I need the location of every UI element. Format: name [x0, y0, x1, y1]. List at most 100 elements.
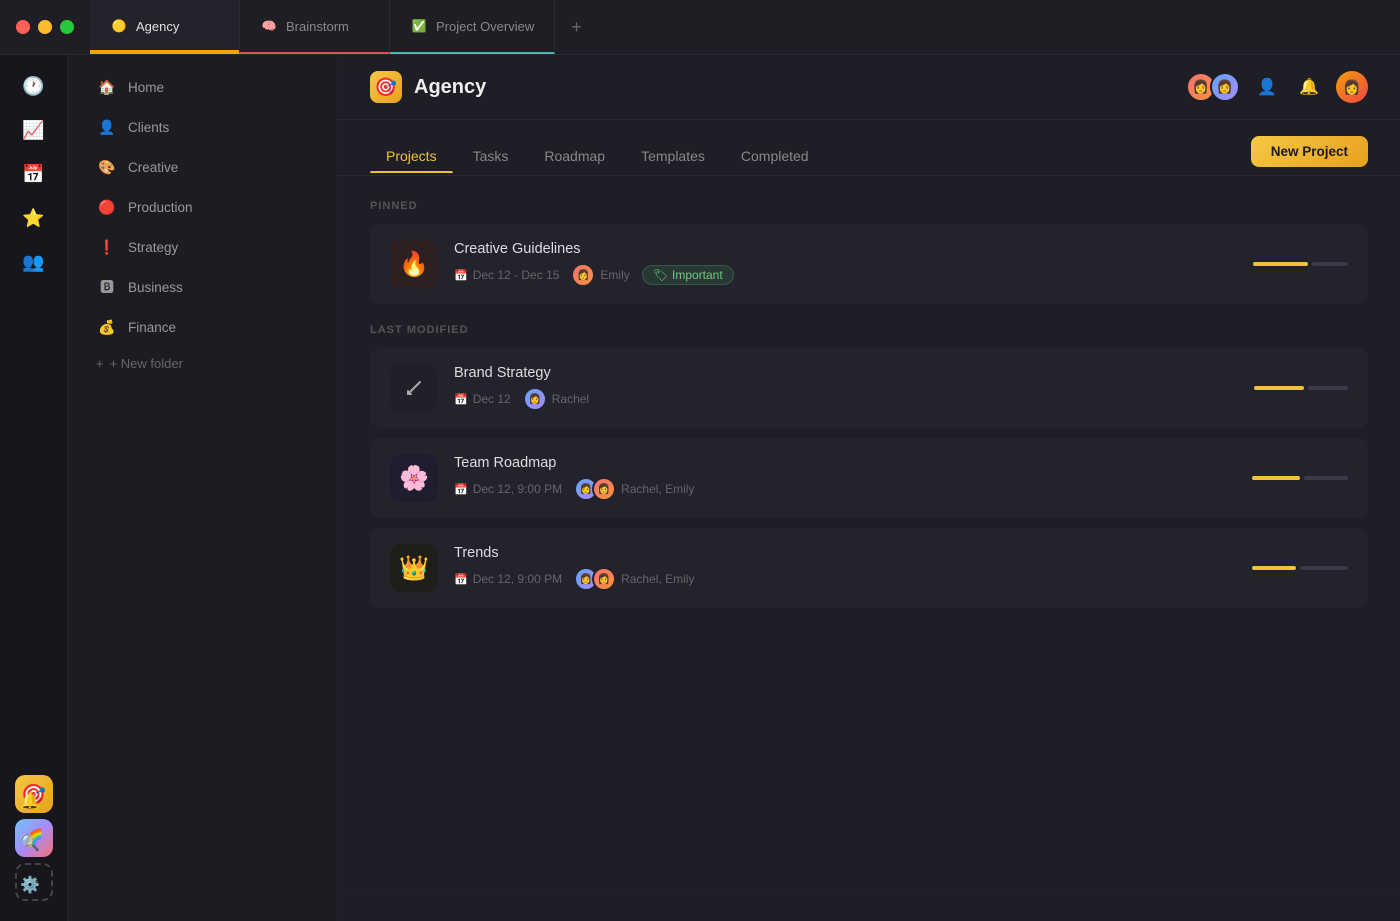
progress-empty-tr: [1304, 476, 1348, 480]
sidebar-item-production[interactable]: 🔴 Production: [76, 188, 329, 226]
project-thumb-brand-strategy: [390, 364, 438, 412]
progress-bar-team-roadmap: [1252, 476, 1348, 480]
tab-brainstorm-icon: 🧠: [260, 17, 278, 35]
tab-agency[interactable]: 🟡 Agency: [90, 0, 240, 54]
maximize-button[interactable]: [60, 20, 74, 34]
sidebar-item-strategy-label: Strategy: [128, 240, 178, 255]
star-icon: ⭐: [22, 208, 44, 229]
tab-templates-label: Templates: [641, 148, 705, 164]
icon-bar-star[interactable]: ⭐: [15, 199, 53, 237]
project-meta-brand-strategy: 📅 Dec 12 👩 Rachel: [454, 387, 1238, 411]
main-layout: 🕐 📈 📅 ⭐ 👥 🎯 🌈 + 🏠 Home 👤 Clients: [0, 55, 1400, 921]
new-folder-button[interactable]: + + New folder: [76, 348, 329, 379]
sidebar-item-creative[interactable]: 🎨 Creative: [76, 148, 329, 186]
notifications-button[interactable]: 🔔: [1294, 72, 1324, 102]
project-name-creative-guidelines: Creative Guidelines: [454, 241, 1237, 257]
icon-bar-calendar[interactable]: 📅: [15, 155, 53, 193]
projects-area: PINNED 🔥 Creative Guidelines 📅 Dec 12 - …: [338, 176, 1400, 888]
minimize-button[interactable]: [38, 20, 52, 34]
project-thumb-trends: 👑: [390, 544, 438, 592]
finance-icon: 💰: [96, 316, 118, 338]
current-user-avatar[interactable]: 👩: [1336, 71, 1368, 103]
progress-filled-bs: [1254, 386, 1304, 390]
clock-icon: 🕐: [22, 76, 44, 97]
date-text-brand-strategy: Dec 12: [473, 392, 511, 406]
calendar-meta-icon-t: 📅: [454, 573, 468, 586]
project-team-roadmap[interactable]: 🌸 Team Roadmap 📅 Dec 12, 9:00 PM 👩 👩: [370, 438, 1368, 518]
new-project-button[interactable]: New Project: [1251, 136, 1368, 167]
assignee-avatar-rachel-bs: 👩: [523, 387, 547, 411]
calendar-meta-icon-bs: 📅: [454, 393, 468, 406]
icon-bar-activity[interactable]: 📈: [15, 111, 53, 149]
progress-bar-brand-strategy: [1254, 386, 1348, 390]
header-avatar-group: 👩 👩: [1186, 72, 1240, 102]
sidebar-item-strategy[interactable]: ❗ Strategy: [76, 228, 329, 266]
sidebar-item-clients[interactable]: 👤 Clients: [76, 108, 329, 146]
sidebar: 🏠 Home 👤 Clients 🎨 Creative 🔴 Production…: [68, 55, 338, 921]
notifications-bottom-button[interactable]: 🔔: [14, 785, 46, 817]
nav-tabs: Projects Tasks Roadmap Templates Complet…: [338, 120, 1400, 176]
content-header: 🎯 Agency 👩 👩 👤 🔔 👩: [338, 55, 1400, 120]
progress-filled: [1253, 262, 1308, 266]
project-creative-guidelines[interactable]: 🔥 Creative Guidelines 📅 Dec 12 - Dec 15 …: [370, 224, 1368, 304]
pinned-section-label: PINNED: [370, 200, 1368, 212]
tab-bar: 🟡 Agency 🧠 Brainstorm ✅ Project Overview…: [90, 0, 1400, 54]
tab-brainstorm[interactable]: 🧠 Brainstorm: [240, 0, 390, 54]
search-bottom-button[interactable]: 🔍: [14, 827, 46, 859]
progress-empty-t: [1300, 566, 1348, 570]
header-actions: 👩 👩 👤 🔔 👩: [1186, 71, 1368, 103]
progress-filled-tr: [1252, 476, 1300, 480]
icon-bar-team[interactable]: 👥: [15, 243, 53, 281]
date-text-trends: Dec 12, 9:00 PM: [473, 572, 562, 586]
progress-empty: [1312, 262, 1348, 266]
bottom-sidebar-icons: [338, 888, 1400, 921]
tab-project-overview[interactable]: ✅ Project Overview: [390, 0, 555, 54]
tag-important: 🏷 Important: [642, 265, 734, 285]
share-button[interactable]: 👤: [1252, 72, 1282, 102]
project-trends[interactable]: 👑 Trends 📅 Dec 12, 9:00 PM 👩 👩: [370, 528, 1368, 608]
calendar-meta-icon-tr: 📅: [454, 483, 468, 496]
progress-bar-trends: [1252, 566, 1348, 570]
project-info-creative-guidelines: Creative Guidelines 📅 Dec 12 - Dec 15 👩 …: [454, 241, 1237, 287]
share-icon: 👤: [1257, 77, 1277, 97]
tab-templates[interactable]: Templates: [625, 140, 721, 172]
assignee-name-emily: Emily: [600, 268, 629, 282]
sidebar-item-home[interactable]: 🏠 Home: [76, 68, 329, 106]
project-name-brand-strategy: Brand Strategy: [454, 365, 1238, 381]
sidebar-item-business[interactable]: 🅱 Business: [76, 268, 329, 306]
tab-tasks[interactable]: Tasks: [457, 140, 525, 172]
sidebar-item-business-label: Business: [128, 280, 183, 295]
last-modified-section-label: LAST MODIFIED: [370, 324, 1368, 336]
project-thumb-team-roadmap: 🌸: [390, 454, 438, 502]
settings-bottom-button[interactable]: ⚙️: [14, 869, 46, 901]
date-range-creative-guidelines: 📅 Dec 12 - Dec 15: [454, 268, 559, 282]
project-info-trends: Trends 📅 Dec 12, 9:00 PM 👩 👩 Rachel, Emi…: [454, 545, 1236, 591]
assignees-trends: 👩 👩 Rachel, Emily: [574, 567, 694, 591]
avatar-user-2[interactable]: 👩: [1210, 72, 1240, 102]
content-title: 🎯 Agency: [370, 71, 486, 103]
sidebar-item-creative-label: Creative: [128, 160, 178, 175]
add-tab-button[interactable]: +: [555, 0, 598, 54]
gear-bottom-icon: ⚙️: [20, 875, 40, 895]
tab-roadmap-label: Roadmap: [544, 148, 605, 164]
content-area: 🎯 Agency 👩 👩 👤 🔔 👩 Projects: [338, 55, 1400, 921]
sidebar-item-finance[interactable]: 💰 Finance: [76, 308, 329, 346]
tab-roadmap[interactable]: Roadmap: [528, 140, 621, 172]
close-button[interactable]: [16, 20, 30, 34]
business-icon: 🅱: [96, 276, 118, 298]
project-brand-strategy[interactable]: Brand Strategy 📅 Dec 12 👩 Rachel: [370, 348, 1368, 428]
project-info-team-roadmap: Team Roadmap 📅 Dec 12, 9:00 PM 👩 👩 Rache…: [454, 455, 1236, 501]
sidebar-item-production-label: Production: [128, 200, 193, 215]
tab-projects[interactable]: Projects: [370, 140, 453, 172]
assignee-names-trends: Rachel, Emily: [621, 572, 694, 586]
date-brand-strategy: 📅 Dec 12: [454, 392, 511, 406]
date-team-roadmap: 📅 Dec 12, 9:00 PM: [454, 482, 562, 496]
tab-completed[interactable]: Completed: [725, 140, 825, 172]
assignee-brand-strategy: 👩 Rachel: [523, 387, 589, 411]
page-title: Agency: [414, 76, 486, 99]
project-thumb-creative-guidelines: 🔥: [390, 240, 438, 288]
icon-bar-clock[interactable]: 🕐: [15, 67, 53, 105]
bell-icon: 🔔: [1299, 77, 1319, 97]
tab-overview-icon: ✅: [410, 17, 428, 35]
project-info-brand-strategy: Brand Strategy 📅 Dec 12 👩 Rachel: [454, 365, 1238, 411]
